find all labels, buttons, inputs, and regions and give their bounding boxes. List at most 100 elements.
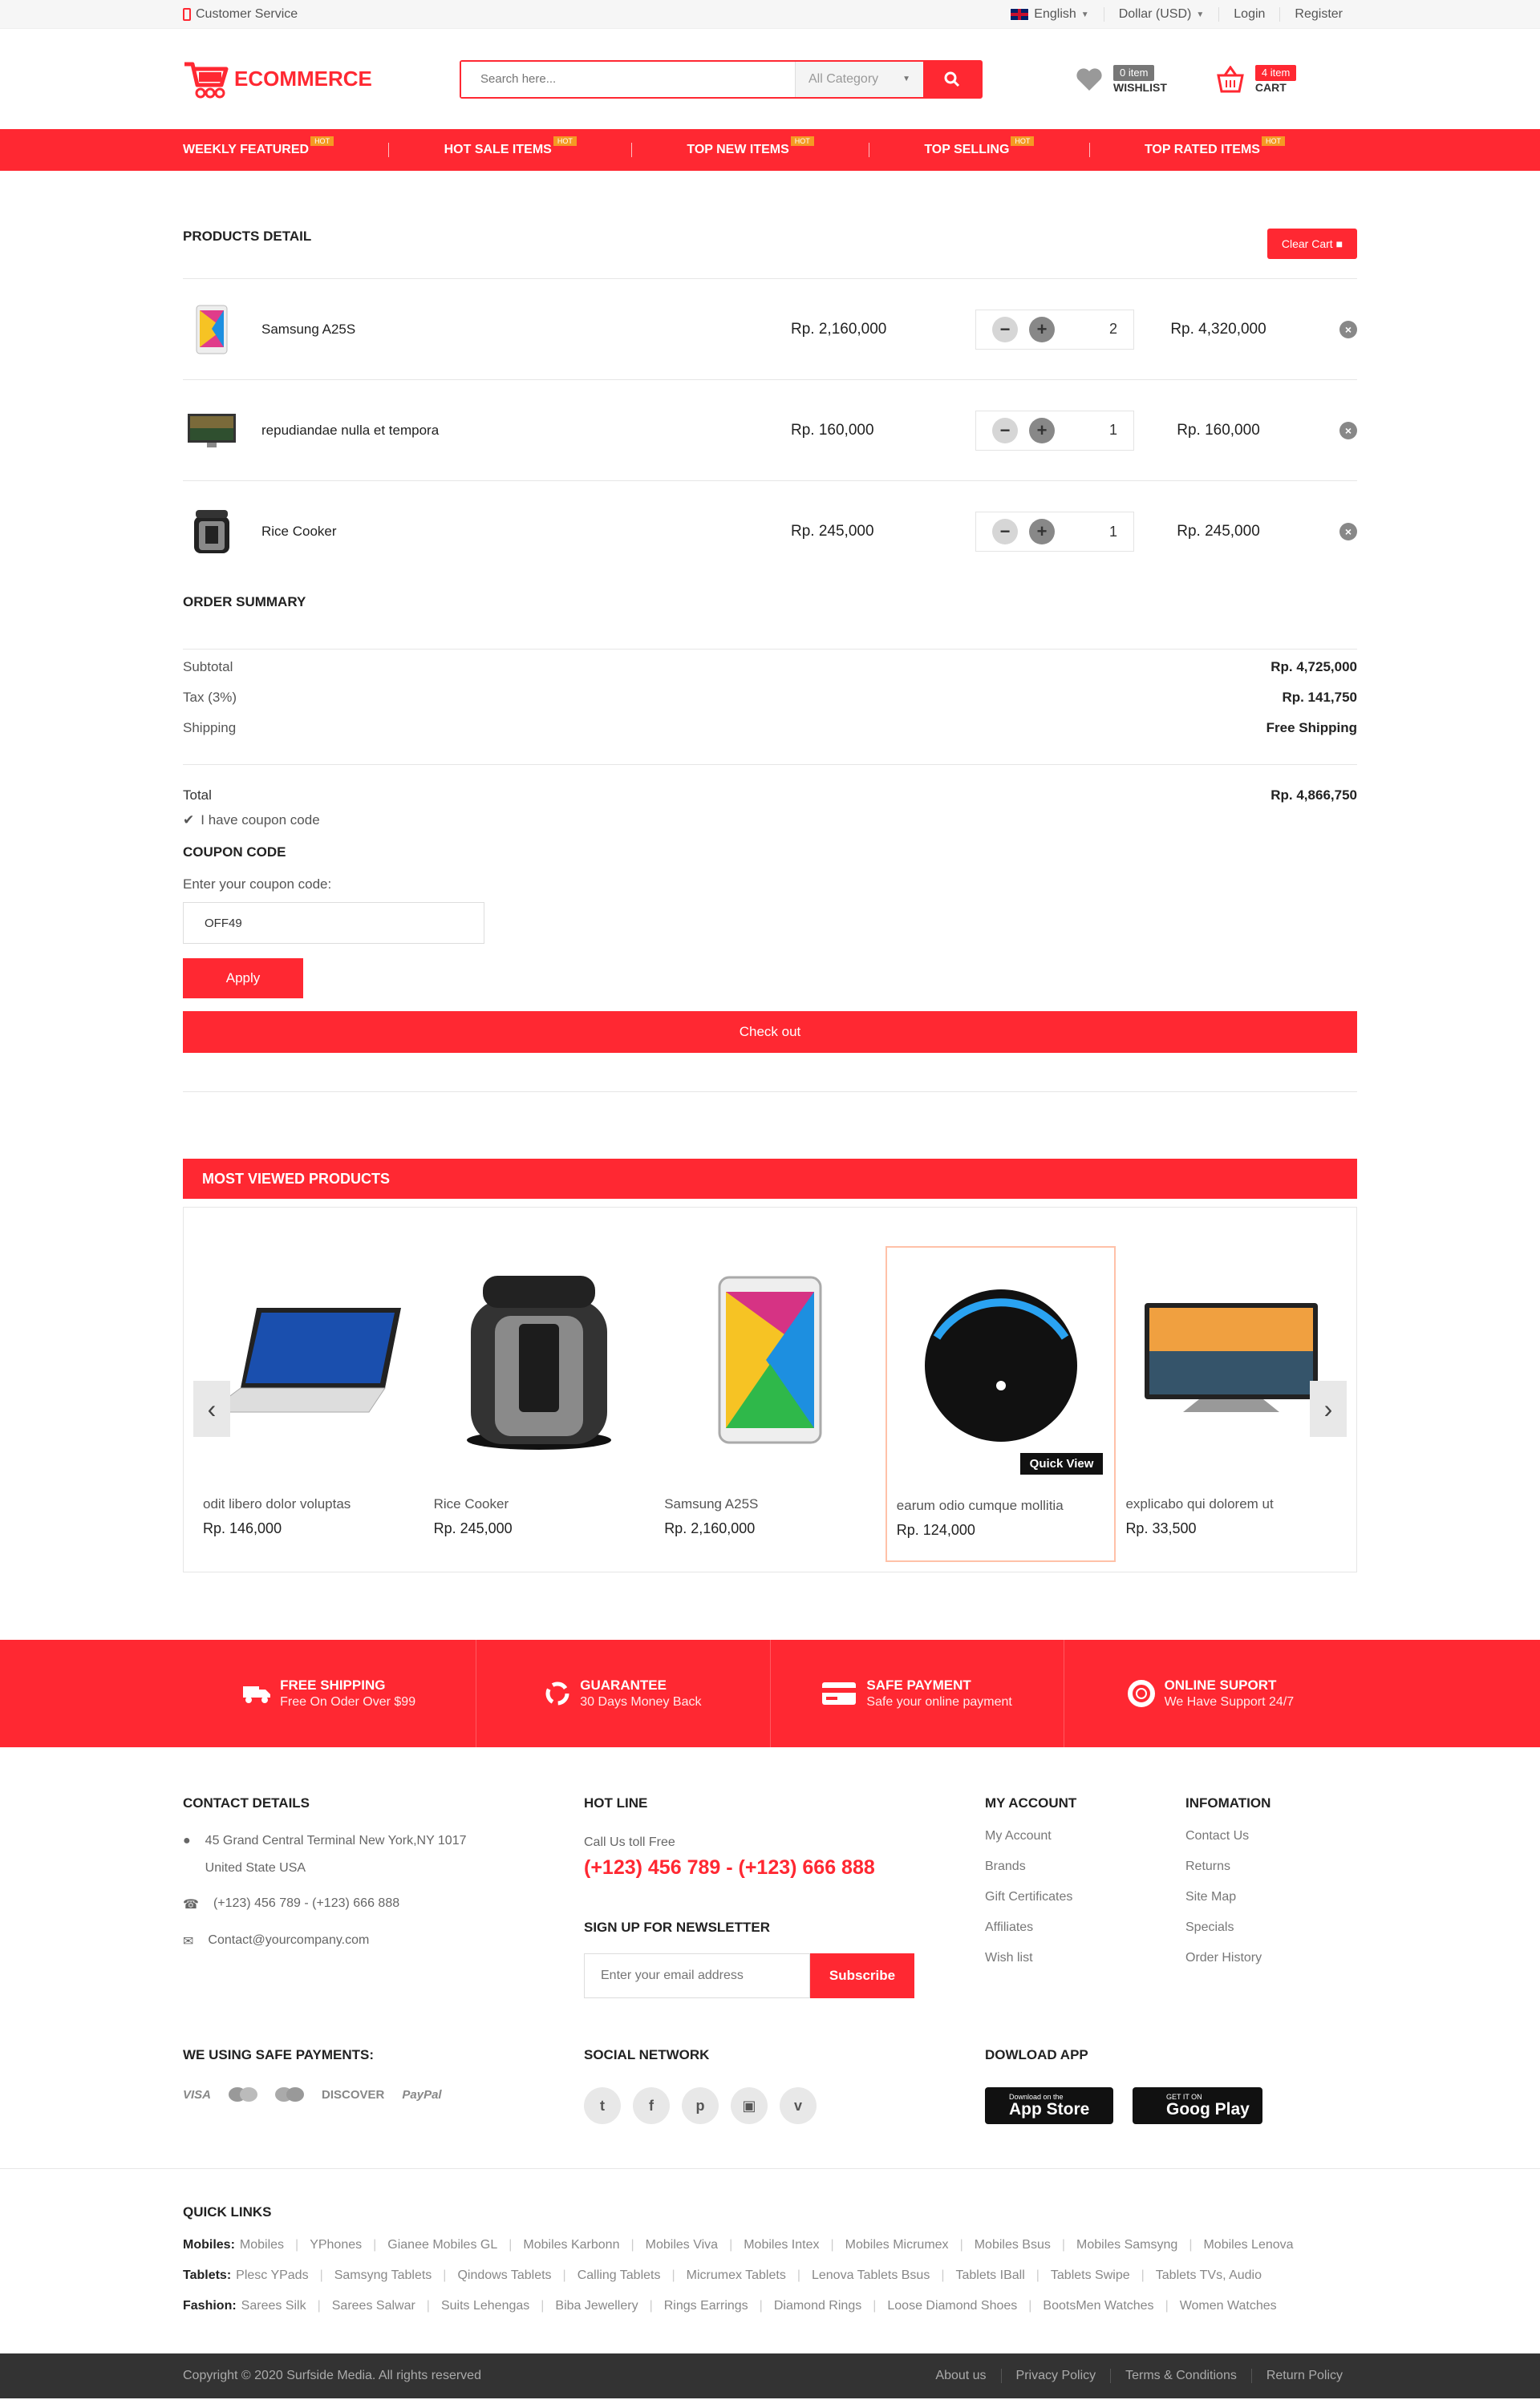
quick-link[interactable]: BootsMen Watches (1043, 2299, 1153, 2313)
currency-select[interactable]: Dollar (USD) ▼ (1103, 7, 1219, 22)
wishlist[interactable]: 0 item WISHLIST (1075, 64, 1167, 94)
privacy-policy-link[interactable]: Privacy Policy (1000, 2369, 1111, 2383)
quick-link[interactable]: Lenova Tablets Bsus (812, 2268, 930, 2283)
quick-link[interactable]: Biba Jewellery (555, 2299, 638, 2313)
quick-link[interactable]: Plesc YPads (236, 2268, 308, 2283)
quick-link[interactable]: Sarees Salwar (332, 2299, 415, 2313)
google-play-button[interactable]: GET IT ON Goog Play (1133, 2087, 1262, 2124)
quick-link[interactable]: Micrumex Tablets (687, 2268, 786, 2283)
pinterest-icon[interactable]: p (682, 2087, 719, 2124)
twitter-icon[interactable]: t (584, 2087, 621, 2124)
logo[interactable]: ECOMMERCE (183, 59, 460, 99)
product-card[interactable]: Quick View earum odio cumque mollitia Rp… (885, 1246, 1116, 1562)
quick-link[interactable]: Gianee Mobiles GL (387, 2238, 497, 2252)
header: ECOMMERCE All Category▼ 0 itemWISHLIST 4… (0, 29, 1540, 129)
vimeo-icon[interactable]: v (780, 2087, 817, 2124)
product-thumbnail[interactable] (183, 301, 241, 358)
quick-link[interactable]: Loose Diamond Shoes (887, 2299, 1017, 2313)
subscribe-button[interactable]: Subscribe (810, 1953, 914, 1998)
apply-button[interactable]: Apply (183, 958, 303, 998)
increase-qty-button[interactable]: + (1029, 316, 1055, 342)
quick-link[interactable]: YPhones (310, 2238, 362, 2252)
quick-link[interactable]: Tablets TVs, Audio (1156, 2268, 1262, 2283)
quick-link[interactable]: Mobiles Intex (744, 2238, 819, 2252)
quick-links-row: Fashion: Sarees Silk | Sarees Salwar | Suits … (183, 2291, 1357, 2321)
quick-link[interactable]: Mobiles (240, 2238, 284, 2252)
quick-link[interactable]: Mobiles Micrumex (845, 2238, 949, 2252)
hotline-number[interactable]: (+123) 456 789 - (+123) 666 888 (584, 1856, 937, 1880)
paypal-icon: PayPal (402, 2087, 442, 2102)
quick-link[interactable]: Tablets Swipe (1051, 2268, 1130, 2283)
carousel-prev-button[interactable]: ‹ (193, 1381, 230, 1437)
customer-service[interactable]: Customer Service (183, 7, 298, 22)
newsletter-email-input[interactable] (584, 1953, 810, 1998)
language-select[interactable]: English ▼ (995, 7, 1103, 22)
category-select[interactable]: All Category ▼ (795, 61, 923, 97)
coupon-checkbox[interactable]: ✔ I have coupon code (183, 812, 320, 828)
checkout-button[interactable]: Check out (183, 1011, 1357, 1053)
decrease-qty-button[interactable]: − (992, 417, 1018, 443)
decrease-qty-button[interactable]: − (992, 519, 1018, 544)
remove-item-icon[interactable]: × (1339, 421, 1357, 439)
login-link[interactable]: Login (1218, 7, 1279, 22)
quick-link[interactable]: Calling Tablets (578, 2268, 661, 2283)
tax-value: Rp. 141,750 (1282, 690, 1357, 705)
nav-weekly-featured[interactable]: WEEKLY FEATURED HOT (183, 136, 334, 157)
terms-link[interactable]: Terms & Conditions (1110, 2369, 1251, 2383)
facebook-icon[interactable]: f (633, 2087, 670, 2124)
instagram-icon[interactable]: ▣ (731, 2087, 768, 2124)
product-name[interactable]: repudiandae nulla et tempora (261, 423, 791, 439)
decrease-qty-button[interactable]: − (992, 316, 1018, 342)
quick-link[interactable]: Diamond Rings (774, 2299, 861, 2313)
register-link[interactable]: Register (1279, 7, 1357, 22)
remove-item-icon[interactable]: × (1339, 320, 1357, 338)
clear-cart-button[interactable]: Clear Cart ■ (1267, 229, 1357, 259)
line-total: Rp. 245,000 (1177, 523, 1260, 540)
quick-link[interactable]: Tablets IBall (955, 2268, 1024, 2283)
nav-hot-sale-items[interactable]: HOT SALE ITEMS HOT (444, 136, 577, 157)
product-card[interactable]: Rice Cooker Rp. 245,000 (424, 1246, 655, 1562)
product-name[interactable]: Samsung A25S (261, 322, 791, 338)
product-card[interactable]: Samsung A25S Rp. 2,160,000 (654, 1246, 886, 1562)
cart-row: Samsung A25S Rp. 2,160,000 − + 2 Rp. 4,3… (183, 279, 1357, 380)
cart-count: 4 item (1254, 64, 1297, 81)
quick-link[interactable]: Samsyng Tablets (334, 2268, 432, 2283)
nav-top-rated-items[interactable]: TOP RATED ITEMS HOT (1145, 136, 1285, 157)
cart[interactable]: 4 item CART (1215, 64, 1297, 94)
product-thumbnail[interactable] (183, 402, 241, 459)
search-input[interactable] (461, 61, 795, 97)
quantity-value[interactable]: 1 (1066, 524, 1117, 540)
quantity-value[interactable]: 2 (1066, 321, 1117, 338)
quick-link[interactable]: Mobiles Samsyng (1076, 2238, 1177, 2252)
search-button[interactable] (923, 61, 981, 97)
coupon-input[interactable] (183, 902, 484, 944)
nav-top-selling[interactable]: TOP SELLING HOT (924, 136, 1035, 157)
quick-view-button[interactable]: Quick View (1019, 1453, 1104, 1475)
quick-link[interactable]: Mobiles Bsus (975, 2238, 1051, 2252)
return-policy-link[interactable]: Return Policy (1250, 2369, 1357, 2383)
hot-badge: HOT (1011, 136, 1035, 146)
increase-qty-button[interactable]: + (1029, 417, 1055, 443)
divider: | (541, 2299, 545, 2313)
mastercard-icon (229, 2087, 258, 2102)
quick-link[interactable]: Rings Earrings (664, 2299, 748, 2313)
product-name[interactable]: Rice Cooker (261, 524, 791, 540)
quick-link[interactable]: Mobiles Karbonn (523, 2238, 619, 2252)
quick-link[interactable]: Suits Lehengas (441, 2299, 529, 2313)
quick-link[interactable]: Sarees Silk (241, 2299, 306, 2313)
product-thumbnail[interactable] (183, 503, 241, 561)
app-store-button[interactable]: Download on the App Store (985, 2087, 1113, 2124)
carousel-next-button[interactable]: › (1310, 1381, 1347, 1437)
quick-link[interactable]: Women Watches (1180, 2299, 1277, 2313)
nav-top-new-items[interactable]: TOP NEW ITEMS HOT (687, 136, 814, 157)
about-us-link[interactable]: About us (921, 2369, 1000, 2383)
quantity-value[interactable]: 1 (1066, 422, 1117, 439)
quick-link[interactable]: Qindows Tablets (457, 2268, 551, 2283)
chevron-right-icon: › (1323, 1394, 1333, 1423)
increase-qty-button[interactable]: + (1029, 519, 1055, 544)
quick-link[interactable]: Mobiles Viva (646, 2238, 718, 2252)
remove-item-icon[interactable]: × (1339, 523, 1357, 540)
chevron-down-icon: ▼ (902, 75, 910, 83)
quick-link[interactable]: Mobiles Lenova (1203, 2238, 1293, 2252)
phone-icon: ☎ (183, 1898, 199, 1912)
